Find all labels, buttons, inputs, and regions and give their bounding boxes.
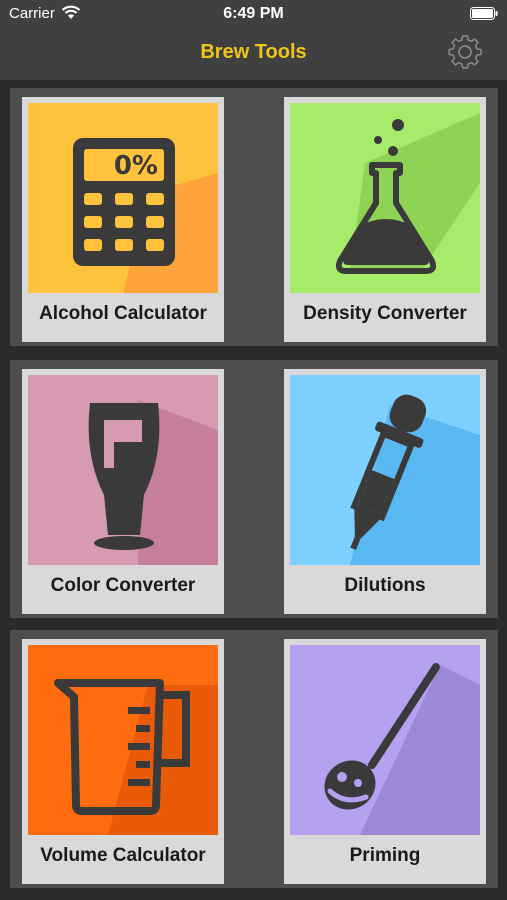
alcohol-calculator-tile[interactable]: 0% Alcohol Calculator [22, 97, 224, 342]
tools-row-2: Color Converter Dilutions [10, 360, 498, 618]
tile-label: Alcohol Calculator [39, 303, 207, 324]
tile-art [28, 645, 218, 835]
tools-row-3: Volume Calculator Priming [10, 630, 498, 888]
page-title: Brew Tools [200, 41, 307, 63]
tile-art [28, 375, 218, 565]
density-converter-tile[interactable]: Density Converter [284, 97, 486, 342]
volume-calculator-tile[interactable]: Volume Calculator [22, 639, 224, 884]
svg-text:0%: 0% [114, 151, 158, 181]
tools-row-1: 0% Alcohol Calculator Density Converter [10, 88, 498, 346]
tile-label: Density Converter [303, 303, 467, 324]
tile-art: 0% [28, 103, 218, 293]
battery-icon [470, 7, 498, 20]
tile-art [290, 645, 480, 835]
navigation-bar: Brew Tools [0, 28, 507, 80]
priming-tile[interactable]: Priming [284, 639, 486, 884]
tile-label: Color Converter [50, 575, 196, 596]
dilutions-tile[interactable]: Dilutions [284, 369, 486, 614]
tile-label: Priming [349, 845, 421, 866]
calculator-icon: 0% [73, 138, 175, 266]
status-bar: Carrier 6:49 PM [0, 0, 507, 28]
tile-art [290, 103, 480, 293]
gear-icon[interactable] [447, 34, 483, 70]
tile-label: Dilutions [344, 575, 426, 596]
color-converter-tile[interactable]: Color Converter [22, 369, 224, 614]
clock: 6:49 PM [223, 5, 284, 22]
tile-label: Volume Calculator [40, 845, 206, 866]
tile-art [290, 375, 480, 565]
